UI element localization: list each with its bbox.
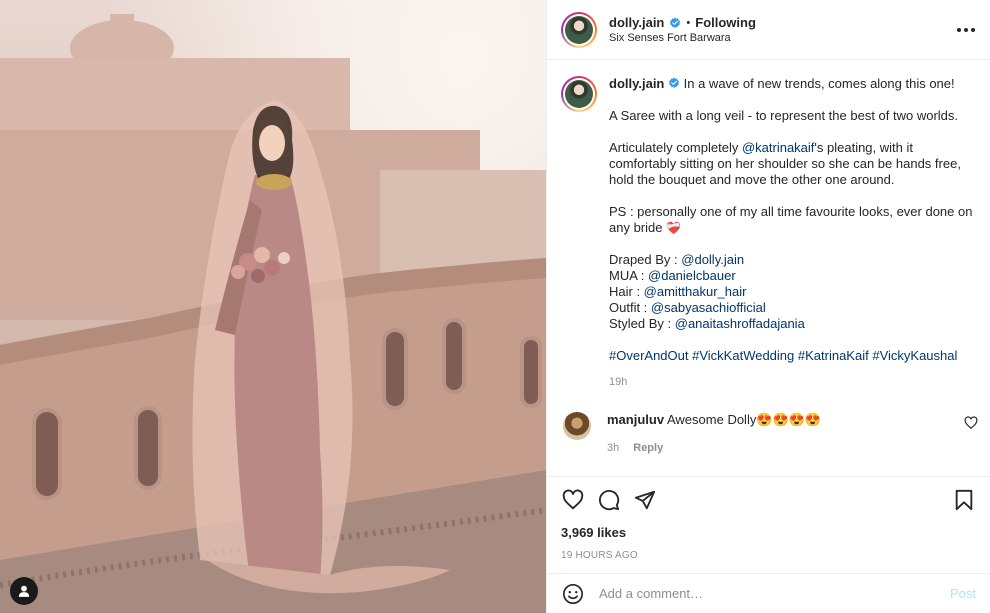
hashtag-link[interactable]: #KatrinaKaif	[798, 348, 869, 363]
separator-dot: •	[686, 16, 691, 29]
credit-mention-link[interactable]: @danielcbauer	[648, 268, 736, 283]
credit-mention-link[interactable]: @anaitashroffadajania	[675, 316, 805, 331]
comment-like-heart-icon[interactable]	[964, 416, 978, 430]
photo-scene	[0, 14, 546, 613]
caption-author-username[interactable]: dolly.jain	[609, 76, 664, 91]
comment-item: manjuluv Awesome Dolly😍😍😍😍 3h Reply	[561, 412, 978, 454]
post-photo[interactable]	[0, 0, 546, 613]
reply-button[interactable]: Reply	[633, 442, 663, 454]
save-button[interactable]	[952, 488, 976, 512]
comment-button[interactable]	[597, 488, 621, 512]
caption-paragraph-2: A Saree with a long veil - to represent …	[609, 108, 959, 123]
following-button[interactable]: Following	[695, 15, 756, 30]
credit-mention-link[interactable]: @sabyasachiofficial	[651, 300, 766, 315]
commenter-username[interactable]: manjuluv	[607, 412, 664, 427]
caption-author-avatar-image	[565, 80, 593, 108]
author-avatar[interactable]	[561, 11, 597, 48]
credit-mention-link[interactable]: @amitthakur_hair	[644, 284, 747, 299]
post-caption: dolly.jain In a wave of new trends, come…	[561, 76, 978, 390]
heart-icon	[562, 489, 584, 510]
tagged-people-button[interactable]	[10, 577, 38, 605]
commenter-avatar[interactable]	[563, 412, 591, 440]
comment-text: Awesome Dolly😍😍😍😍	[666, 412, 822, 427]
more-options-button[interactable]	[954, 18, 978, 42]
share-button[interactable]	[633, 488, 657, 512]
caption-author-avatar[interactable]	[561, 76, 597, 112]
paper-plane-icon	[634, 490, 656, 510]
credit-line: MUA : @danielcbauer	[609, 268, 736, 283]
hashtag-link[interactable]: #VickyKaushal	[872, 348, 957, 363]
credit-line: Draped By : @dolly.jain	[609, 252, 745, 267]
comment-bubble-icon	[599, 490, 620, 511]
post-side-panel: dolly.jain • Following Six Senses Fort B…	[546, 0, 990, 613]
author-username[interactable]: dolly.jain	[609, 15, 664, 30]
hashtags: #OverAndOut #VickKatWedding #KatrinaKaif…	[609, 348, 978, 364]
like-button[interactable]	[561, 488, 585, 512]
post-header: dolly.jain • Following Six Senses Fort B…	[547, 0, 990, 60]
post-dialog: dolly.jain • Following Six Senses Fort B…	[0, 0, 990, 613]
comment-timestamp[interactable]: 3h	[607, 442, 619, 454]
verified-badge-icon	[670, 17, 681, 28]
comment-input[interactable]	[599, 586, 950, 601]
comment-composer: Post	[547, 573, 990, 613]
comments-list[interactable]: dolly.jain In a wave of new trends, come…	[547, 61, 990, 475]
posted-time[interactable]: 19 HOURS AGO	[561, 550, 976, 561]
post-comment-button[interactable]: Post	[950, 586, 976, 601]
more-options-icon	[957, 27, 975, 32]
caption-intro: In a wave of new trends, comes along thi…	[683, 76, 955, 91]
bookmark-icon	[955, 489, 973, 511]
caption-p3-text: Articulately completely	[609, 140, 742, 155]
smiley-icon	[563, 583, 583, 604]
emoji-button[interactable]	[561, 582, 585, 606]
likes-count[interactable]: 3,969 likes	[561, 525, 976, 540]
credit-line: Styled By : @anaitashroffadajania	[609, 316, 805, 331]
post-location[interactable]: Six Senses Fort Barwara	[609, 32, 954, 44]
credit-line: Hair : @amitthakur_hair	[609, 284, 747, 299]
caption-paragraph-4: PS : personally one of my all time favou…	[609, 204, 973, 235]
caption-timestamp[interactable]: 19h	[609, 374, 978, 390]
credit-line: Outfit : @sabyasachiofficial	[609, 300, 766, 315]
verified-badge-icon	[669, 77, 680, 88]
mending-heart-emoji: ❤️‍🩹	[666, 221, 682, 235]
author-avatar-image	[565, 15, 593, 44]
mention-link[interactable]: @katrinakaif	[742, 140, 814, 155]
person-icon	[18, 585, 30, 597]
hashtag-link[interactable]: #VickKatWedding	[692, 348, 794, 363]
credit-mention-link[interactable]: @dolly.jain	[681, 252, 744, 267]
post-actions: 3,969 likes 19 HOURS AGO	[547, 476, 990, 561]
hashtag-link[interactable]: #OverAndOut	[609, 348, 689, 363]
